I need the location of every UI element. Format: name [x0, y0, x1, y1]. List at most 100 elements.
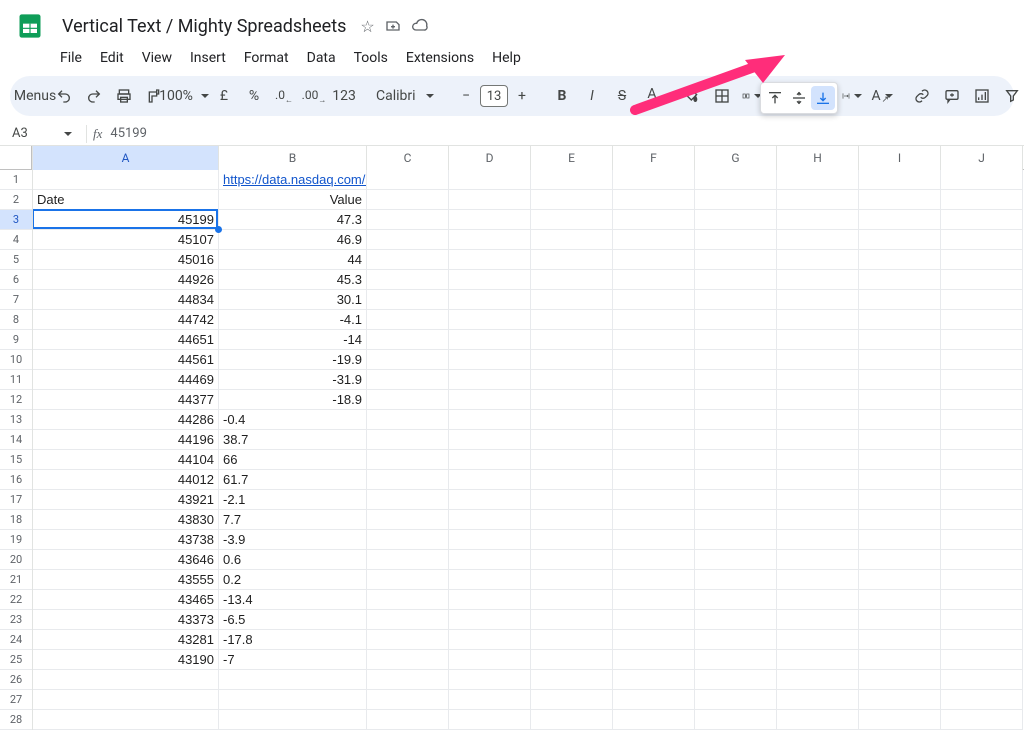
cell[interactable] [531, 510, 613, 530]
cell[interactable] [531, 470, 613, 490]
cell[interactable] [941, 290, 1023, 310]
cell[interactable]: 45199 [33, 210, 219, 230]
cell[interactable] [941, 170, 1023, 190]
align-middle-option[interactable] [787, 86, 811, 110]
cell[interactable] [449, 450, 531, 470]
cell[interactable] [941, 610, 1023, 630]
menu-edit[interactable]: Edit [92, 46, 132, 70]
cell[interactable] [941, 210, 1023, 230]
cell[interactable] [777, 250, 859, 270]
cell[interactable]: Value [219, 190, 367, 210]
cell[interactable] [613, 170, 695, 190]
cell[interactable] [531, 590, 613, 610]
cell[interactable] [613, 210, 695, 230]
comment-button[interactable] [938, 82, 966, 110]
row-header[interactable]: 13 [0, 410, 32, 430]
row-header[interactable]: 5 [0, 250, 32, 270]
sheets-logo[interactable] [12, 8, 48, 44]
row-header[interactable]: 15 [0, 450, 32, 470]
cell[interactable] [531, 570, 613, 590]
cell[interactable] [219, 710, 367, 730]
cell[interactable] [859, 370, 941, 390]
cell[interactable] [695, 190, 777, 210]
cell[interactable] [449, 670, 531, 690]
cell[interactable] [859, 430, 941, 450]
cell[interactable]: 44012 [33, 470, 219, 490]
cell[interactable] [367, 550, 449, 570]
cell[interactable] [449, 210, 531, 230]
text-color-button[interactable]: A [638, 82, 666, 110]
cell[interactable] [367, 590, 449, 610]
cell[interactable] [531, 430, 613, 450]
cell[interactable] [695, 270, 777, 290]
row-header[interactable]: 8 [0, 310, 32, 330]
cell[interactable] [695, 210, 777, 230]
cell[interactable] [695, 390, 777, 410]
cell[interactable] [449, 330, 531, 350]
cell[interactable] [613, 570, 695, 590]
currency-button[interactable]: £ [210, 82, 238, 110]
row-header[interactable]: 18 [0, 510, 32, 530]
cell[interactable] [449, 390, 531, 410]
cell[interactable] [449, 370, 531, 390]
cell[interactable]: 43921 [33, 490, 219, 510]
cell[interactable] [367, 610, 449, 630]
cell[interactable] [449, 610, 531, 630]
cell[interactable] [695, 310, 777, 330]
cell[interactable] [613, 290, 695, 310]
cell[interactable] [613, 670, 695, 690]
cell[interactable] [367, 410, 449, 430]
cell[interactable] [941, 370, 1023, 390]
menu-tools[interactable]: Tools [346, 46, 396, 70]
cell[interactable] [531, 410, 613, 430]
cell[interactable] [859, 470, 941, 490]
cell[interactable] [367, 430, 449, 450]
menu-view[interactable]: View [134, 46, 180, 70]
cell[interactable] [531, 450, 613, 470]
cell[interactable]: 38.7 [219, 430, 367, 450]
document-title[interactable]: Vertical Text / Mighty Spreadsheets [56, 14, 352, 39]
cell[interactable] [777, 650, 859, 670]
cell[interactable] [941, 310, 1023, 330]
cell[interactable]: 43190 [33, 650, 219, 670]
cell[interactable]: 0.6 [219, 550, 367, 570]
cell[interactable] [219, 690, 367, 710]
cell[interactable] [859, 630, 941, 650]
cell[interactable]: 43738 [33, 530, 219, 550]
cell[interactable]: 43281 [33, 630, 219, 650]
menu-help[interactable]: Help [484, 46, 529, 70]
cell[interactable] [941, 450, 1023, 470]
cell[interactable] [449, 590, 531, 610]
menu-extensions[interactable]: Extensions [398, 46, 482, 70]
cell[interactable] [613, 270, 695, 290]
cell[interactable] [531, 230, 613, 250]
cell[interactable] [941, 410, 1023, 430]
wrap-button[interactable] [838, 82, 866, 110]
cell[interactable] [859, 530, 941, 550]
cell[interactable]: 44561 [33, 350, 219, 370]
star-icon[interactable]: ☆ [360, 17, 374, 36]
row-header[interactable]: 16 [0, 470, 32, 490]
cell[interactable] [777, 610, 859, 630]
cell[interactable] [941, 630, 1023, 650]
cell[interactable] [859, 230, 941, 250]
cell[interactable] [941, 550, 1023, 570]
cell[interactable] [613, 550, 695, 570]
cell[interactable] [777, 190, 859, 210]
cell[interactable]: 44651 [33, 330, 219, 350]
cell[interactable] [613, 370, 695, 390]
cell[interactable] [613, 390, 695, 410]
cell[interactable] [859, 350, 941, 370]
cell[interactable] [367, 490, 449, 510]
align-top-option[interactable] [763, 86, 787, 110]
cell[interactable] [859, 170, 941, 190]
cell[interactable]: -6.5 [219, 610, 367, 630]
cell[interactable] [613, 350, 695, 370]
cell[interactable] [941, 190, 1023, 210]
cell[interactable] [367, 530, 449, 550]
cell[interactable] [449, 530, 531, 550]
cell[interactable]: 7.7 [219, 510, 367, 530]
row-header[interactable]: 21 [0, 570, 32, 590]
cell[interactable] [941, 710, 1023, 730]
cell[interactable] [367, 470, 449, 490]
